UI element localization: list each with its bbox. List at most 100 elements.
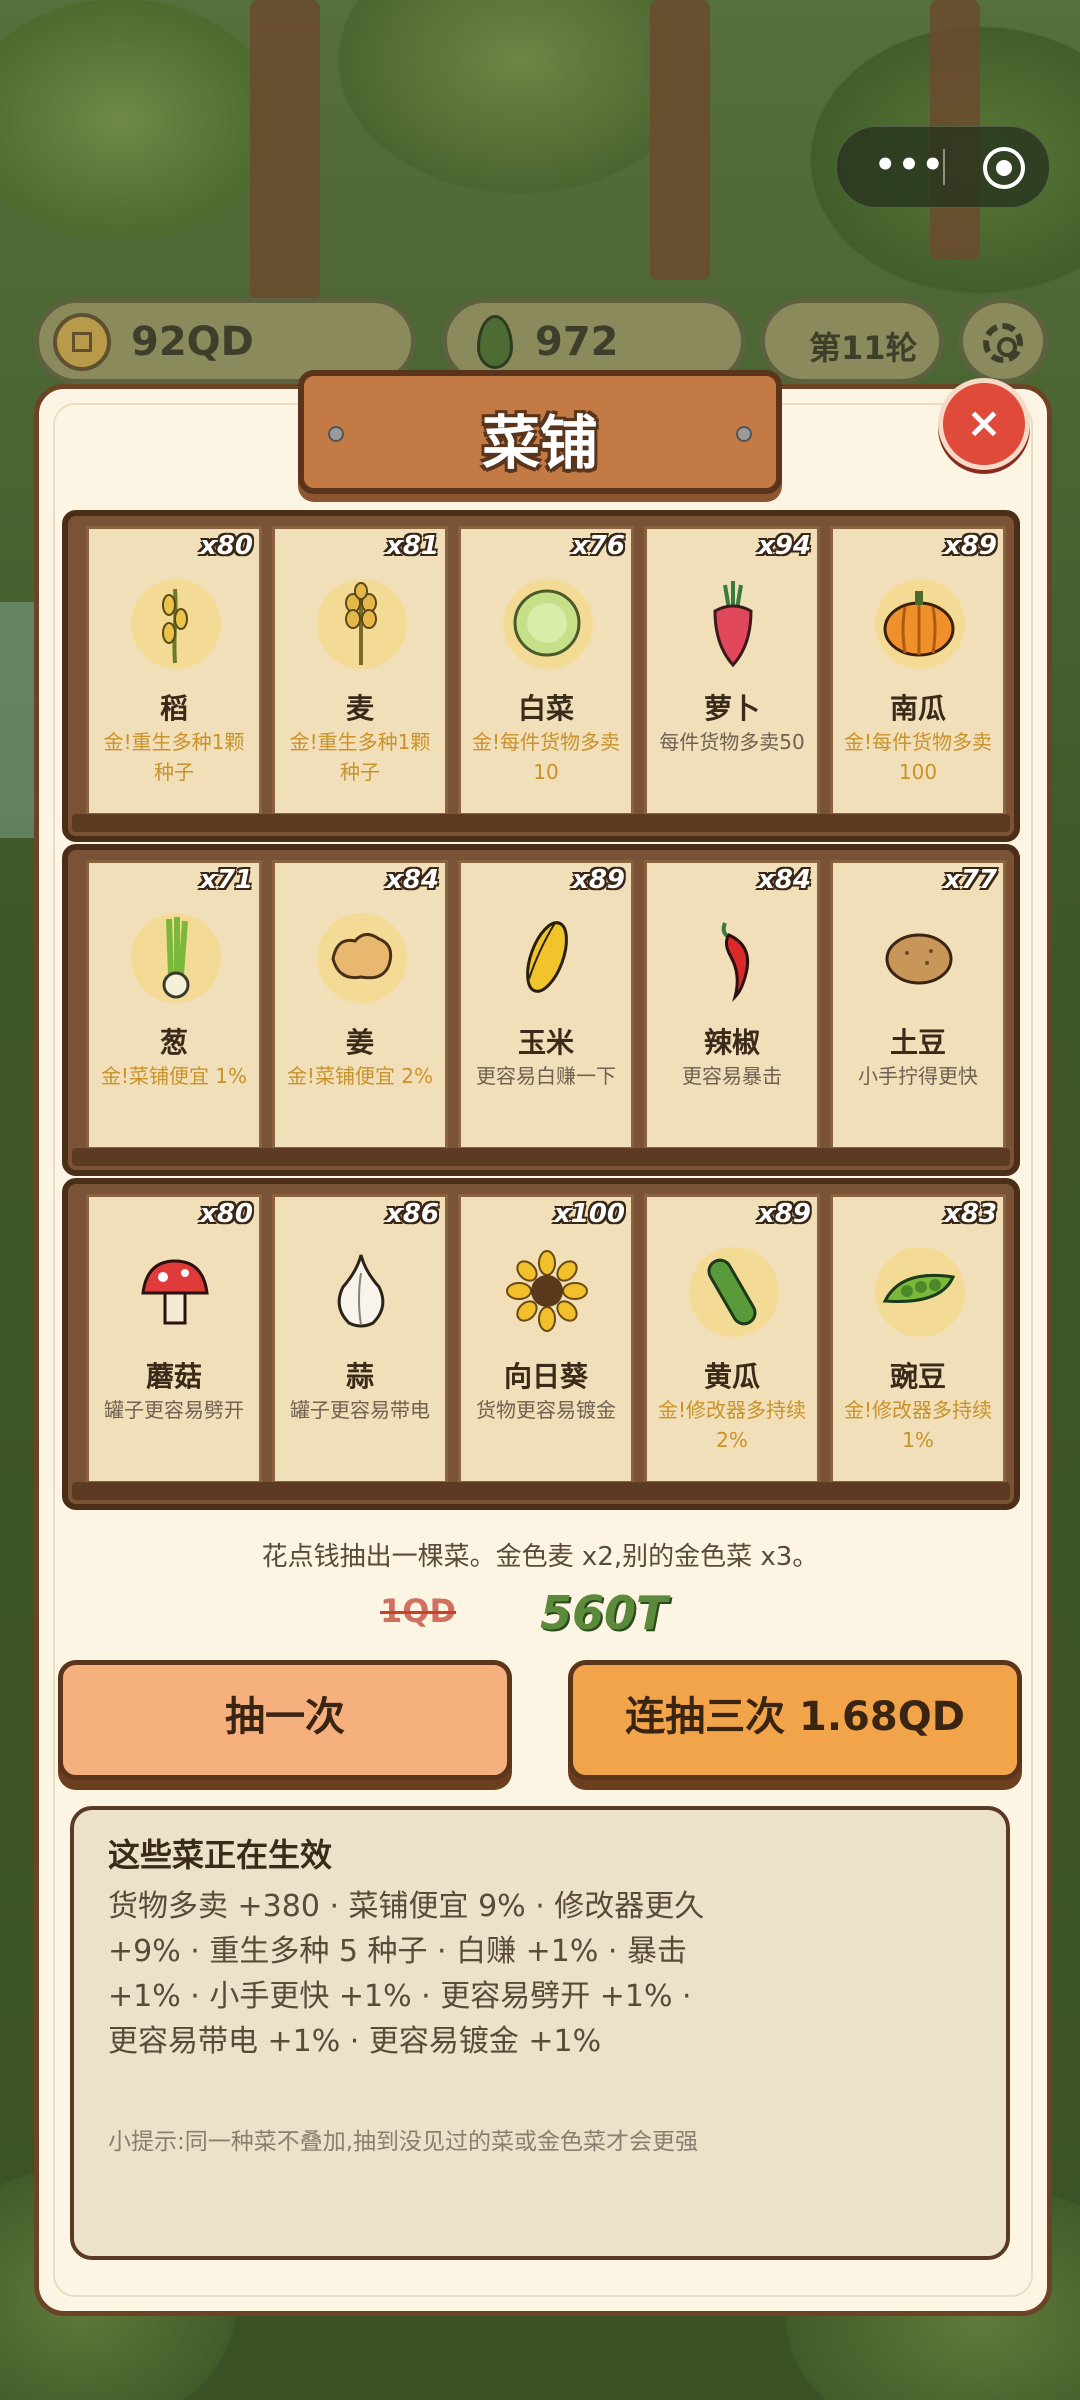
veg-card[interactable]: x89 黄瓜 金!修改器多持续2% [644, 1194, 820, 1484]
veg-desc: 货物更容易镀金 [476, 1398, 616, 1422]
effects-list: 货物多卖 +380 · 菜铺便宜 9% · 修改器更久 +9% · 重生多种 5… [108, 1889, 705, 2059]
round-indicator: 第11轮 [760, 298, 944, 384]
veg-card[interactable]: x84 姜 金!菜铺便宜 2% [272, 860, 448, 1150]
seed-icon [477, 315, 513, 369]
draw-info-text: 花点钱抽出一棵菜。金色麦 x2,别的金色菜 x3。 [261, 1542, 819, 1572]
mini-program-capsule: ••• [836, 126, 1050, 208]
veg-desc: 金!每件货物多卖100 [843, 730, 993, 784]
veg-desc: 罐子更容易带电 [290, 1398, 430, 1422]
coin-icon [53, 313, 111, 371]
veg-card[interactable]: x100 向日葵 货物更容易镀金 [458, 1194, 634, 1484]
veg-card[interactable]: x84 辣椒 更容易暴击 [644, 860, 820, 1150]
veg-count: x89 [758, 1199, 811, 1229]
veg-card[interactable]: x89 玉米 更容易白赚一下 [458, 860, 634, 1150]
veg-name: 玉米 [517, 1026, 574, 1059]
gear-icon [983, 323, 1023, 363]
veg-name: 黄瓜 [703, 1360, 760, 1393]
veg-count: x81 [386, 531, 439, 561]
veg-count: x77 [944, 865, 997, 895]
shelf-row: x71 葱 金!菜铺便宜 1% x84 姜 金!菜铺便宜 2% x89 玉米 更… [62, 844, 1020, 1176]
tree-trunk [250, 0, 320, 300]
veg-name: 白菜 [517, 692, 574, 725]
veg-count: x94 [758, 531, 811, 561]
tip-text: 小提示:同一种菜不叠加,抽到没见过的菜或金色菜才会更强 [108, 2129, 699, 2155]
veg-card[interactable]: x81 麦 金!重生多种1颗种子 [272, 526, 448, 816]
veg-desc: 金!修改器多持续1% [843, 1398, 993, 1452]
veg-count: x86 [386, 1199, 439, 1229]
garlic-icon [337, 1254, 385, 1328]
veg-count: x80 [200, 531, 253, 561]
title-board: 菜铺 [298, 370, 782, 494]
veg-card[interactable]: x71 葱 金!菜铺便宜 1% [86, 860, 262, 1150]
veg-count: x76 [572, 531, 625, 561]
veg-name: 葱 [159, 1026, 188, 1059]
ginger-icon [331, 933, 393, 980]
veg-desc: 金!重生多种1颗种子 [103, 730, 245, 784]
veg-desc: 每件货物多卖50 [659, 730, 805, 754]
veg-name: 向日葵 [503, 1360, 588, 1393]
draw-three-button[interactable]: 连抽三次 1.68QD [568, 1660, 1022, 1780]
coin-value: 92QD [131, 319, 254, 365]
veg-desc: 金!修改器多持续2% [657, 1398, 807, 1452]
veg-desc: 罐子更容易劈开 [104, 1398, 244, 1422]
veg-card[interactable]: x80 蘑菇 罐子更容易劈开 [86, 1194, 262, 1484]
veg-name: 辣椒 [703, 1026, 760, 1059]
tree-trunk [650, 0, 710, 280]
shop-title: 菜铺 [481, 409, 598, 477]
effects-title: 这些菜正在生效 [108, 1836, 333, 1874]
corn-icon [526, 921, 568, 993]
veg-card[interactable]: x77 土豆 小手拧得更快 [830, 860, 1006, 1150]
veg-count: x84 [386, 865, 439, 895]
close-button[interactable]: × [938, 378, 1030, 470]
radish-icon [713, 581, 753, 668]
discounted-price: 560T [540, 1586, 668, 1640]
shelf-row: x80 稻 金!重生多种1颗种子 x81 麦 金!重生多种1颗种子 x76 白菜… [62, 510, 1020, 842]
veg-count: x80 [200, 1199, 253, 1229]
veg-card[interactable]: x80 稻 金!重生多种1颗种子 [86, 526, 262, 816]
veg-name: 豌豆 [889, 1360, 946, 1393]
chili-icon [721, 922, 750, 1003]
veg-card[interactable]: x86 蒜 罐子更容易带电 [272, 1194, 448, 1484]
draw-once-button[interactable]: 抽一次 [58, 1660, 512, 1780]
active-effects-box: 这些菜正在生效 货物多卖 +380 · 菜铺便宜 9% · 修改器更久 +9% … [70, 1806, 1010, 2260]
veg-name: 萝卜 [703, 692, 760, 725]
wheat-icon [345, 582, 377, 665]
veg-desc: 更容易暴击 [682, 1064, 782, 1088]
veg-card[interactable]: x89 南瓜 金!每件货物多卖100 [830, 526, 1006, 816]
veg-name: 麦 [345, 692, 374, 725]
veg-card[interactable]: x76 白菜 金!每件货物多卖10 [458, 526, 634, 816]
seed-value: 972 [535, 319, 619, 365]
more-icon[interactable]: ••• [865, 147, 955, 187]
veg-desc: 金!菜铺便宜 1% [100, 1064, 248, 1088]
veg-desc: 小手拧得更快 [858, 1064, 978, 1088]
shelf-row: x80 蘑菇 罐子更容易劈开 x86 蒜 罐子更容易带电 x100 向日葵 货物… [62, 1178, 1020, 1510]
veg-count: x71 [200, 865, 253, 895]
veg-desc: 更容易白赚一下 [476, 1064, 616, 1088]
round-label: 第11轮 [809, 329, 918, 367]
settings-button[interactable] [958, 298, 1048, 384]
veg-card[interactable]: x94 萝卜 每件货物多卖50 [644, 526, 820, 816]
veg-count: x84 [758, 865, 811, 895]
veg-count: x100 [553, 1199, 625, 1229]
veg-name: 土豆 [889, 1026, 946, 1059]
veg-count: x83 [944, 1199, 997, 1229]
pea-icon [882, 1273, 956, 1303]
close-miniprogram-icon[interactable] [983, 147, 1025, 189]
original-price: 1QD [380, 1592, 457, 1630]
cucumber-icon [707, 1258, 757, 1326]
veg-desc: 金!每件货物多卖10 [471, 730, 621, 784]
sunflower-icon [506, 1250, 588, 1332]
veg-name: 蒜 [345, 1360, 374, 1393]
potato-icon [885, 933, 953, 985]
veg-name: 姜 [345, 1026, 374, 1059]
mushroom-icon [141, 1259, 209, 1325]
veg-count: x89 [944, 531, 997, 561]
veg-name: 南瓜 [889, 692, 946, 725]
pumpkin-icon [883, 591, 955, 657]
cabbage-icon [513, 589, 581, 657]
veg-card[interactable]: x83 豌豆 金!修改器多持续1% [830, 1194, 1006, 1484]
veg-name: 稻 [159, 692, 188, 725]
veg-desc: 金!菜铺便宜 2% [286, 1064, 434, 1088]
rice-icon [162, 588, 188, 664]
veg-desc: 金!重生多种1颗种子 [289, 730, 431, 784]
